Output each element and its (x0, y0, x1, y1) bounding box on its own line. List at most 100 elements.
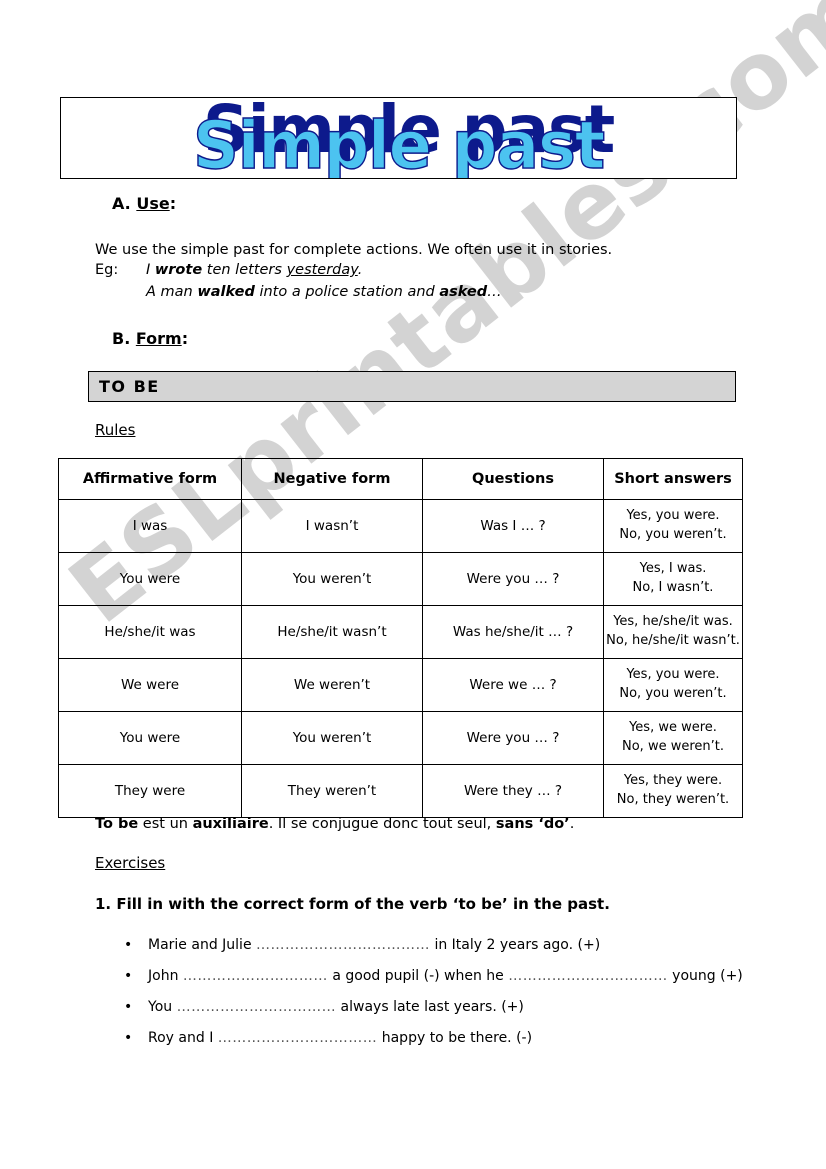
to-be-banner: TO BE (88, 371, 736, 402)
item-pre: You (148, 999, 177, 1015)
worksheet-page: Simple past Simple past A. Use: We use t… (0, 0, 826, 1169)
short-answer-yes: Yes, you were. (626, 508, 720, 524)
cell-short-answer: Yes, I was. No, I wasn’t. (603, 552, 743, 606)
table-row: You were You weren’t Were you … ? Yes, w… (58, 711, 743, 765)
example-line-2: A man walked into a police station and a… (146, 284, 502, 300)
list-item: • John ………………………… a good pupil (-) when … (118, 961, 778, 992)
note-bold-auxiliaire: auxiliaire (192, 816, 269, 832)
section-heading-form: B. Form: (112, 329, 188, 348)
cell-short-answer: Yes, he/she/it was. No, he/she/it wasn’t. (603, 605, 743, 659)
note-plain-3: . (569, 816, 575, 832)
item-post-2: young (+) (667, 968, 743, 984)
note-plain-2: . Il se conjugue donc tout seul, (268, 816, 496, 832)
title-wordart: Simple past Simple past (61, 98, 736, 178)
cell-short-answer: Yes, we were. No, we weren’t. (603, 711, 743, 765)
cell-negative: I wasn’t (241, 499, 423, 553)
bullet-icon: • (124, 968, 133, 984)
table-row: I was I wasn’t Was I … ? Yes, you were. N… (58, 499, 743, 553)
example-2-post: … (487, 284, 502, 300)
exercise-list: • Marie and Julie ……………………………… in Italy … (118, 930, 778, 1054)
note-bold-sans-do: sans ‘do’ (495, 816, 570, 832)
short-answer-no: No, they weren’t. (616, 792, 730, 807)
item-pre: Roy and I (148, 1030, 218, 1046)
example-2-verb2: asked (439, 284, 488, 300)
cell-negative: We weren’t (241, 658, 423, 712)
use-paragraph: We use the simple past for complete acti… (95, 242, 613, 258)
cell-short-answer: Yes, you were. No, you weren’t. (603, 658, 743, 712)
cell-question: Was he/she/it … ? (422, 605, 604, 659)
example-label: Eg: (95, 262, 119, 278)
example-1-mid: ten letters (202, 262, 287, 278)
column-header-questions: Questions (422, 458, 604, 500)
auxiliary-note: To be est un auxiliaire. Il se conjugue … (95, 816, 574, 832)
note-plain-1: est un (138, 816, 193, 832)
short-answer-no: No, you weren’t. (619, 686, 727, 701)
cell-affirmative: They were (58, 764, 242, 818)
to-be-banner-label: TO BE (99, 377, 160, 396)
cell-question: Were you … ? (422, 552, 604, 606)
section-form-label: Form (135, 329, 182, 348)
rules-label: Rules (95, 421, 136, 439)
list-item: • Roy and I …………………………… happy to be ther… (118, 1023, 778, 1054)
section-form-suffix: : (181, 329, 189, 348)
item-post: a good pupil (-) when he (327, 968, 509, 984)
cell-affirmative: I was (58, 499, 242, 553)
cell-question: Were we … ? (422, 658, 604, 712)
bullet-icon: • (124, 999, 133, 1015)
answer-blank[interactable]: …………………………… (218, 1030, 378, 1046)
cell-question: Was I … ? (422, 499, 604, 553)
cell-affirmative: He/she/it was (58, 605, 242, 659)
short-answer-yes: Yes, you were. (626, 667, 720, 683)
exercise-instruction: 1. Fill in with the correct form of the … (95, 895, 610, 913)
item-post: happy to be there. (-) (377, 1030, 533, 1046)
table-row: You were You weren’t Were you … ? Yes, I… (58, 552, 743, 606)
column-header-short-answers: Short answers (603, 458, 743, 500)
short-answer-yes: Yes, they were. (623, 773, 723, 789)
example-1-pre: I (146, 262, 155, 278)
cell-question: Were they … ? (422, 764, 604, 818)
item-post: always late last years. (+) (336, 999, 524, 1015)
short-answer-yes: Yes, we were. (629, 720, 717, 736)
cell-affirmative: You were (58, 711, 242, 765)
cell-affirmative: You were (58, 552, 242, 606)
section-use-label: Use (136, 194, 170, 213)
short-answer-yes: Yes, I was. (639, 561, 707, 577)
exercises-label: Exercises (95, 854, 166, 872)
answer-blank[interactable]: …………………………… (177, 999, 337, 1015)
cell-negative: They weren’t (241, 764, 423, 818)
column-header-negative: Negative form (241, 458, 423, 500)
cell-negative: You weren’t (241, 552, 423, 606)
cell-negative: You weren’t (241, 711, 423, 765)
to-be-conjugation-table: Affirmative form Negative form Questions… (58, 458, 743, 818)
short-answer-no: No, he/she/it wasn’t. (606, 633, 740, 648)
table-header-row: Affirmative form Negative form Questions… (58, 458, 743, 500)
answer-blank-2[interactable]: …………………………… (508, 968, 668, 984)
cell-affirmative: We were (58, 658, 242, 712)
cell-short-answer: Yes, they were. No, they weren’t. (603, 764, 743, 818)
table-row: He/she/it was He/she/it wasn’t Was he/sh… (58, 605, 743, 659)
example-line-1: I wrote ten letters yesterday. (146, 262, 362, 278)
answer-blank[interactable]: ………………………… (183, 968, 328, 984)
section-use-suffix: : (169, 194, 177, 213)
cell-negative: He/she/it wasn’t (241, 605, 423, 659)
short-answer-yes: Yes, he/she/it was. (613, 614, 733, 630)
example-1-post: . (357, 262, 363, 278)
example-2-mid: into a police station and (254, 284, 440, 300)
page-title: Simple past (192, 106, 606, 179)
item-pre: John (148, 968, 183, 984)
answer-blank[interactable]: ……………………………… (256, 937, 430, 953)
short-answer-no: No, I wasn’t. (632, 580, 714, 595)
section-heading-use: A. Use: (112, 194, 176, 213)
section-form-prefix: B. (112, 329, 136, 348)
section-use-prefix: A. (112, 194, 137, 213)
item-pre: Marie and Julie (148, 937, 257, 953)
list-item: • Marie and Julie ……………………………… in Italy … (118, 930, 778, 961)
short-answer-no: No, you weren’t. (619, 527, 727, 542)
short-answer-no: No, we weren’t. (622, 739, 724, 754)
column-header-affirmative: Affirmative form (58, 458, 242, 500)
example-2-pre: A man (146, 284, 198, 300)
cell-question: Were you … ? (422, 711, 604, 765)
item-post: in Italy 2 years ago. (+) (430, 937, 601, 953)
example-1-verb: wrote (154, 262, 203, 278)
note-bold-to-be: To be (95, 816, 139, 832)
